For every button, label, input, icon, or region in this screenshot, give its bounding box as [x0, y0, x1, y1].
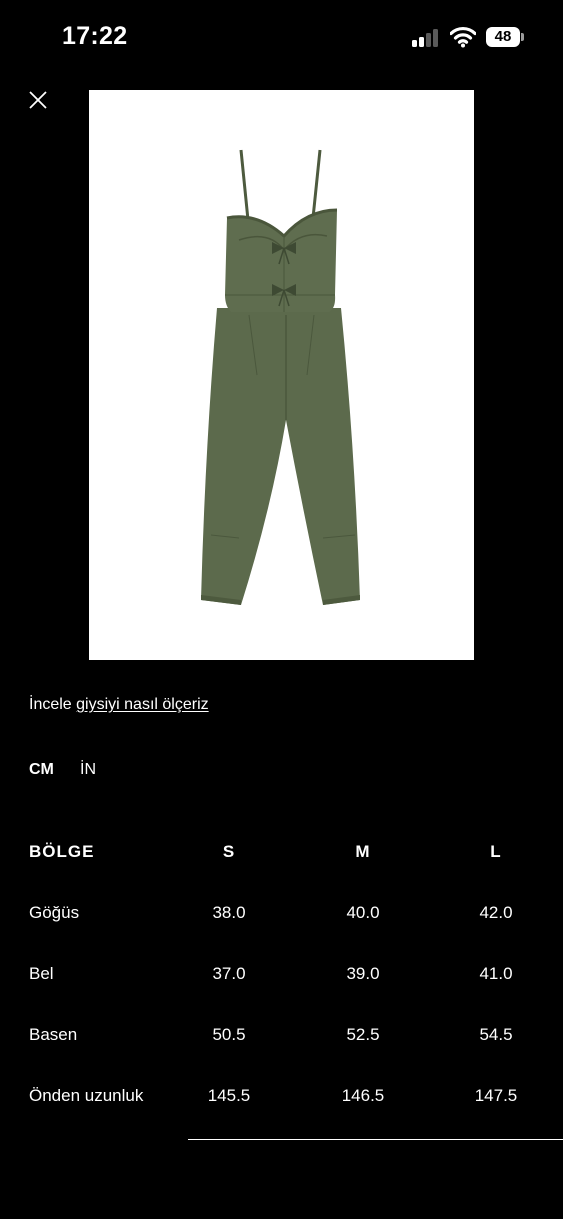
table-row: Önden uzunluk 145.5 146.5 147.5 — [0, 1074, 563, 1135]
jumpsuit-illustration — [201, 149, 360, 605]
unit-toggle-in[interactable]: İN — [80, 761, 96, 779]
status-time: 17:22 — [62, 22, 128, 50]
scroll-indicator-line — [188, 1139, 563, 1140]
product-image — [89, 90, 474, 660]
header-region: BÖLGE — [29, 842, 95, 861]
cell-l: 147.5 — [474, 1086, 518, 1105]
size-table: BÖLGE S M L Göğüs 38.0 40.0 42.0 Bel 37.… — [0, 830, 563, 1135]
table-row: Göğüs 38.0 40.0 42.0 — [0, 891, 563, 952]
cell-l: 42.0 — [479, 903, 513, 922]
header-size-s: S — [222, 842, 236, 861]
table-row: Basen 50.5 52.5 54.5 — [0, 1013, 563, 1074]
table-row: Bel 37.0 39.0 41.0 — [0, 952, 563, 1013]
cellular-signal-icon — [412, 29, 440, 47]
wifi-icon — [450, 26, 476, 48]
cell-m: 39.0 — [346, 964, 380, 983]
cell-s: 38.0 — [212, 903, 246, 922]
measure-guide-link[interactable]: giysiyi nasıl ölçeriz — [76, 696, 208, 713]
battery-icon: 48 — [486, 27, 520, 47]
status-bar: 17:22 48 — [0, 0, 563, 75]
unit-toggle-cm[interactable]: CM — [29, 761, 54, 779]
measure-note: İncele giysiyi nasıl ölçeriz — [29, 696, 209, 714]
row-label: Basen — [29, 1025, 78, 1044]
cell-s: 37.0 — [212, 964, 246, 983]
cell-m: 146.5 — [341, 1086, 385, 1105]
cell-m: 52.5 — [346, 1025, 380, 1044]
measure-note-prefix: İncele — [29, 696, 77, 713]
table-header-row: BÖLGE S M L — [0, 830, 563, 891]
header-size-m: M — [355, 842, 371, 861]
cell-l: 41.0 — [479, 964, 513, 983]
cell-l: 54.5 — [479, 1025, 513, 1044]
cell-m: 40.0 — [346, 903, 380, 922]
row-label: Göğüs — [29, 903, 80, 922]
close-icon[interactable] — [26, 88, 50, 112]
header-size-l: L — [490, 842, 502, 861]
cell-s: 50.5 — [212, 1025, 246, 1044]
battery-cap — [521, 33, 524, 41]
row-label: Önden uzunluk — [29, 1086, 144, 1105]
row-label: Bel — [29, 964, 54, 983]
cell-s: 145.5 — [207, 1086, 251, 1105]
